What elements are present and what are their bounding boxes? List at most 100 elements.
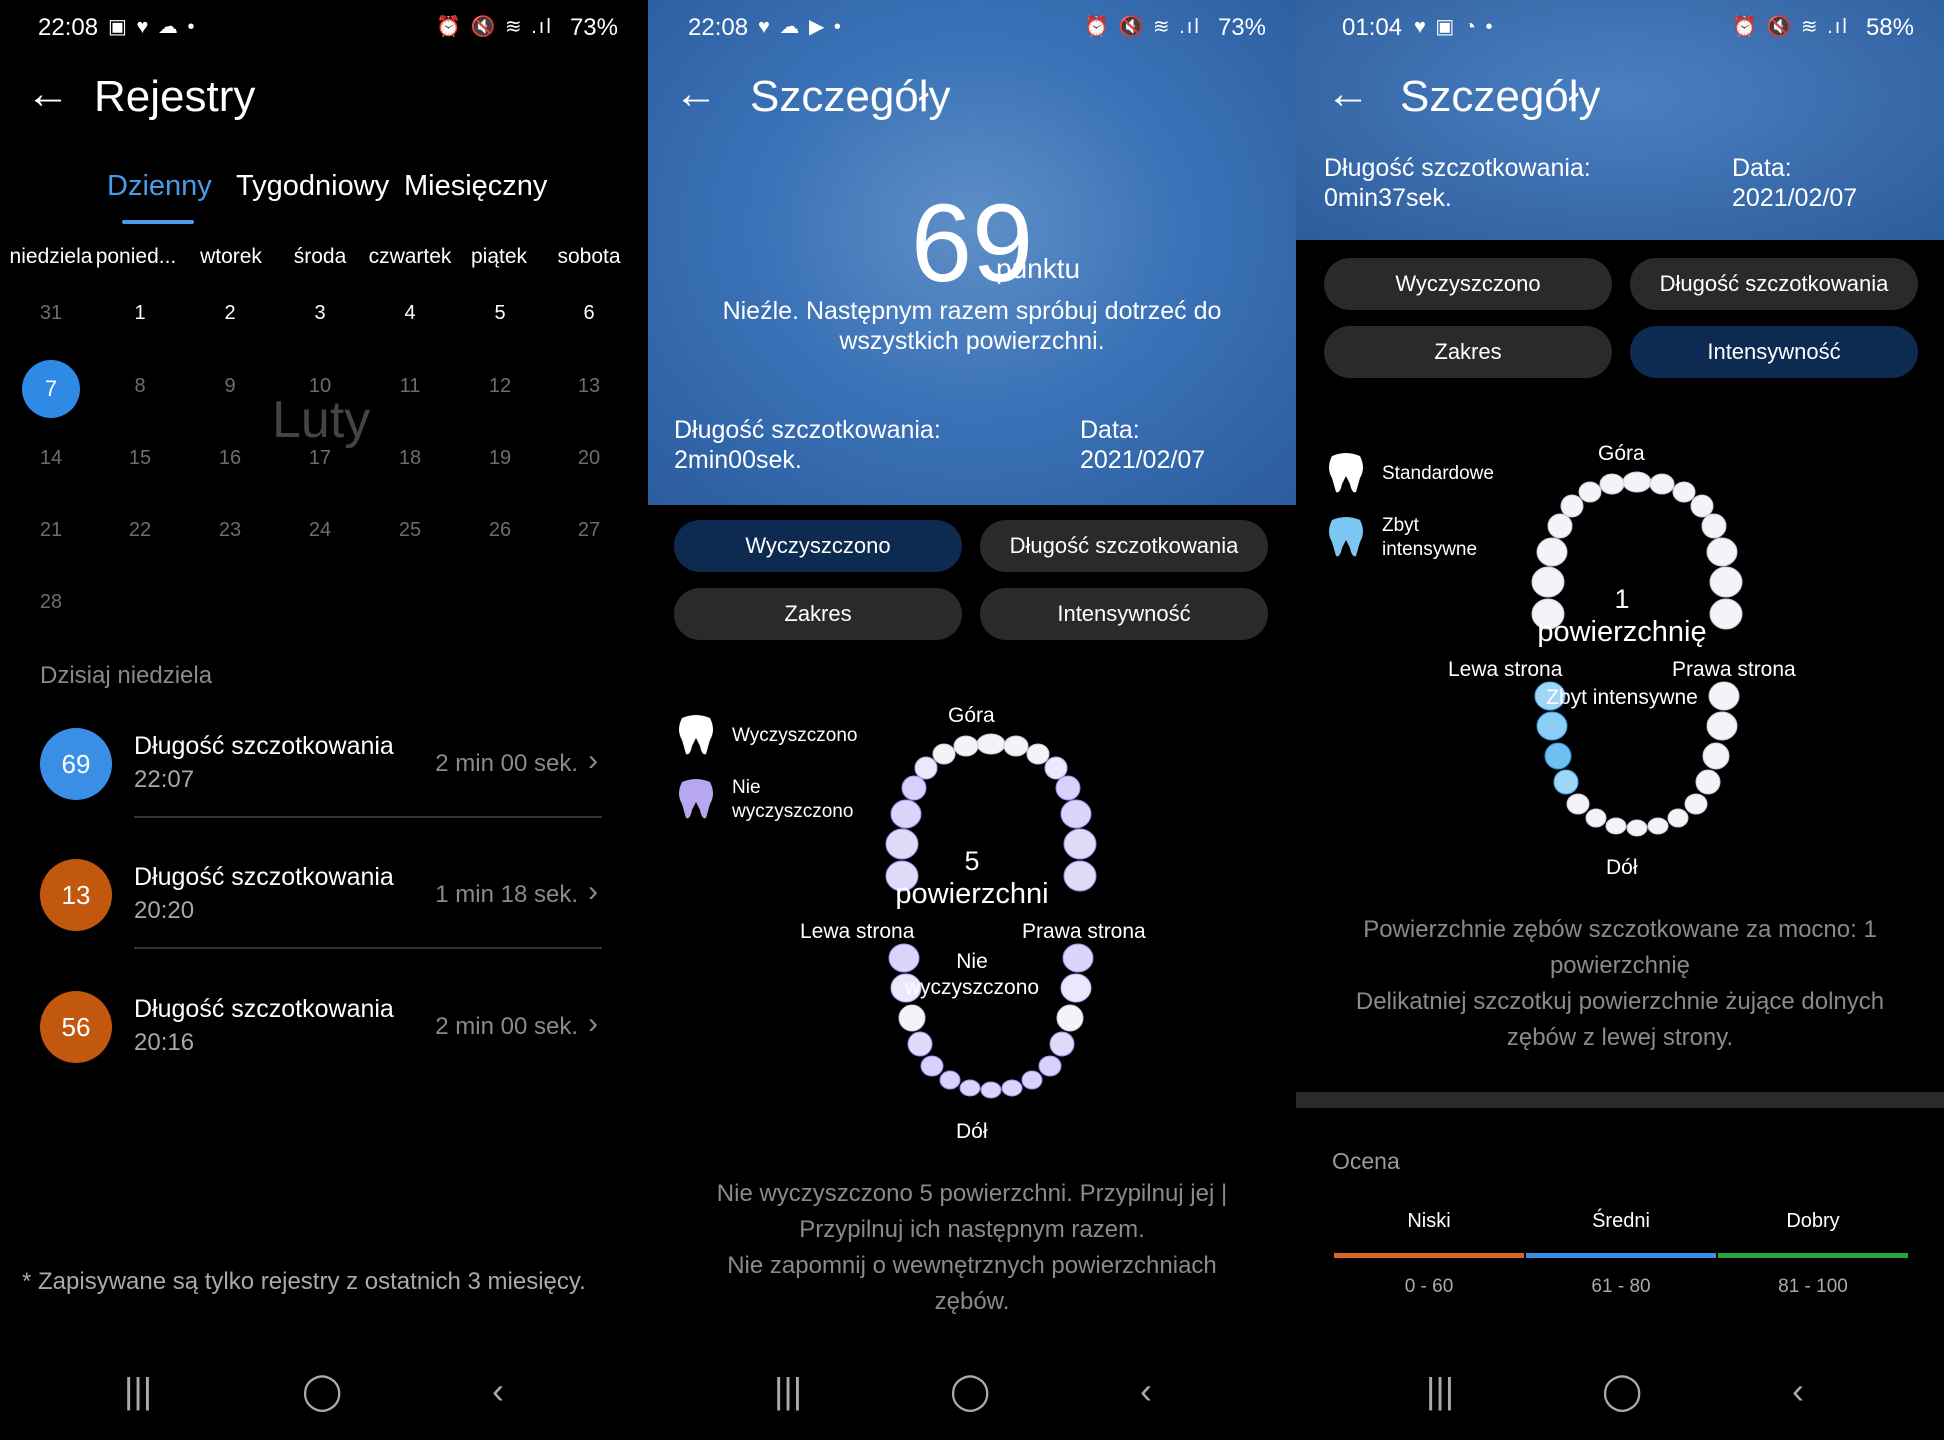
calendar-day[interactable]: 6 bbox=[559, 302, 619, 325]
calendar-day[interactable]: 3 bbox=[290, 302, 350, 325]
calendar-day[interactable]: 18 bbox=[380, 447, 440, 470]
calendar-day[interactable]: 22 bbox=[110, 519, 170, 542]
record-duration: 2 min 00 sek. bbox=[435, 1013, 578, 1040]
calendar-day[interactable]: 15 bbox=[110, 447, 170, 470]
recent-apps-icon[interactable]: ||| bbox=[1426, 1370, 1454, 1412]
calendar-day[interactable]: 16 bbox=[200, 447, 260, 470]
calendar-day[interactable]: 11 bbox=[380, 375, 440, 398]
filter-duration-button[interactable]: Długość szczotkowania bbox=[1630, 258, 1918, 310]
filter-range-button[interactable]: Zakres bbox=[1324, 326, 1612, 378]
rating-mid-label: Średni bbox=[1592, 1210, 1650, 1232]
weekday-label: niedziela bbox=[9, 245, 93, 268]
date-label: Data: bbox=[1080, 416, 1140, 444]
chart-center-note: Zbyt intensywne bbox=[1546, 686, 1698, 709]
intense-unit: powierzchnię bbox=[1537, 616, 1707, 648]
chart-top-label: Góra bbox=[1598, 442, 1645, 465]
home-icon[interactable]: ◯ bbox=[1602, 1370, 1642, 1412]
filter-range-button[interactable]: Zakres bbox=[674, 588, 962, 640]
rating-high-label: Dobry bbox=[1786, 1210, 1840, 1232]
filter-cleaned-button[interactable]: Wyczyszczono bbox=[1324, 258, 1612, 310]
record-title: Długość szczotkowania bbox=[134, 863, 394, 891]
tab-weekly[interactable]: Tygodniowy bbox=[236, 170, 389, 203]
status-right-icons: ⏰ 🔇 ≋ .ıl bbox=[436, 16, 553, 38]
back-nav-icon[interactable]: ‹ bbox=[492, 1370, 504, 1412]
weekday-label: piątek bbox=[470, 245, 528, 268]
calendar-day[interactable]: 14 bbox=[21, 447, 81, 470]
battery-level: 58% bbox=[1865, 14, 1914, 41]
rating-low-range: 0 - 60 bbox=[1404, 1276, 1454, 1297]
home-icon[interactable]: ◯ bbox=[950, 1370, 990, 1412]
home-icon[interactable]: ◯ bbox=[302, 1370, 342, 1412]
calendar-day[interactable]: 5 bbox=[470, 302, 530, 325]
active-tab-indicator bbox=[122, 220, 194, 224]
chart-top-label: Góra bbox=[948, 704, 995, 727]
rating-header: Ocena bbox=[1332, 1148, 1400, 1174]
chart-right-label: Prawa strona bbox=[1672, 658, 1796, 681]
record-row[interactable]: 56 Długość szczotkowania 20:16 2 min 00 … bbox=[0, 985, 648, 1095]
calendar-day[interactable]: 1 bbox=[110, 302, 170, 325]
duration-value: 2min00sek. bbox=[674, 446, 802, 474]
score-badge: 69 bbox=[40, 728, 112, 800]
tab-monthly[interactable]: Miesięczny bbox=[404, 170, 547, 203]
calendar-day-selected[interactable]: 7 bbox=[22, 360, 80, 418]
recent-apps-icon[interactable]: ||| bbox=[124, 1370, 152, 1412]
divider bbox=[134, 947, 602, 949]
calendar-day[interactable]: 19 bbox=[470, 447, 530, 470]
calendar-day[interactable]: 20 bbox=[559, 447, 619, 470]
filter-intensity-button[interactable]: Intensywność bbox=[1630, 326, 1918, 378]
calendar-day[interactable]: 25 bbox=[380, 519, 440, 542]
record-title: Długość szczotkowania bbox=[134, 732, 394, 760]
advice-line: zębów. bbox=[934, 1288, 1010, 1315]
calendar-day[interactable]: 26 bbox=[470, 519, 530, 542]
advice-line: zębów z lewej strony. bbox=[1506, 1024, 1734, 1051]
records-screen: 22:08 ▣ ♥ ☁ • ⏰ 🔇 ≋ .ıl 73% ← Rejestry D… bbox=[0, 0, 648, 1440]
calendar-day[interactable]: 2 bbox=[200, 302, 260, 325]
rating-mid-range: 61 - 80 bbox=[1591, 1276, 1651, 1297]
divider bbox=[134, 816, 602, 818]
back-arrow-icon[interactable]: ← bbox=[26, 72, 70, 116]
duration-label: Długość szczotkowania: bbox=[1324, 154, 1591, 182]
page-title: Rejestry bbox=[94, 72, 256, 121]
chevron-right-icon: › bbox=[588, 875, 598, 908]
back-arrow-icon[interactable]: ← bbox=[674, 72, 718, 116]
legend-label: intensywne bbox=[1382, 539, 1478, 560]
calendar-day[interactable]: 23 bbox=[200, 519, 260, 542]
status-time: 22:08 bbox=[38, 14, 99, 41]
calendar-day[interactable]: 17 bbox=[290, 447, 350, 470]
back-nav-icon[interactable]: ‹ bbox=[1140, 1370, 1152, 1412]
chart-right-label: Prawa strona bbox=[1022, 920, 1146, 943]
score-badge: 13 bbox=[40, 859, 112, 931]
calendar-day[interactable]: 4 bbox=[380, 302, 440, 325]
today-label: Dzisiaj niedziela bbox=[40, 662, 213, 689]
date-value: 2021/02/07 bbox=[1080, 446, 1206, 474]
status-left-icons: ♥ ▣ ◔ • bbox=[1414, 16, 1495, 38]
recent-apps-icon[interactable]: ||| bbox=[774, 1370, 802, 1412]
filter-duration-button[interactable]: Długość szczotkowania bbox=[980, 520, 1268, 572]
score-message-line: Nieźle. Następnym razem spróbuj dotrzeć … bbox=[722, 297, 1222, 325]
record-time: 22:07 bbox=[134, 766, 195, 793]
battery-level: 73% bbox=[569, 14, 618, 41]
score-unit: punktu bbox=[996, 253, 1081, 284]
legend-label: Wyczyszczono bbox=[732, 725, 858, 746]
tab-daily[interactable]: Dzienny bbox=[107, 170, 212, 203]
calendar-day[interactable]: 13 bbox=[559, 375, 619, 398]
record-title: Długość szczotkowania bbox=[134, 995, 394, 1023]
section-divider bbox=[1296, 1092, 1944, 1108]
calendar-day[interactable]: 12 bbox=[470, 375, 530, 398]
calendar-day[interactable]: 21 bbox=[21, 519, 81, 542]
back-arrow-icon[interactable]: ← bbox=[1326, 72, 1370, 116]
advice-line: Powierzchnie zębów szczotkowane za mocno… bbox=[1363, 916, 1877, 943]
filter-intensity-button[interactable]: Intensywność bbox=[980, 588, 1268, 640]
back-nav-icon[interactable]: ‹ bbox=[1792, 1370, 1804, 1412]
filter-cleaned-button[interactable]: Wyczyszczono bbox=[674, 520, 962, 572]
duration-label: Długość szczotkowania: bbox=[674, 416, 941, 444]
calendar-day[interactable]: 31 bbox=[21, 302, 81, 325]
calendar-day[interactable]: 28 bbox=[21, 591, 81, 614]
calendar-day[interactable]: 24 bbox=[290, 519, 350, 542]
calendar-day[interactable]: 27 bbox=[559, 519, 619, 542]
page-title: Szczegóły bbox=[750, 72, 951, 121]
calendar-day[interactable]: 8 bbox=[110, 375, 170, 398]
weekday-label: ponied... bbox=[95, 245, 177, 268]
calendar-day[interactable]: 9 bbox=[200, 375, 260, 398]
uncleaned-unit: powierzchni bbox=[895, 878, 1049, 910]
